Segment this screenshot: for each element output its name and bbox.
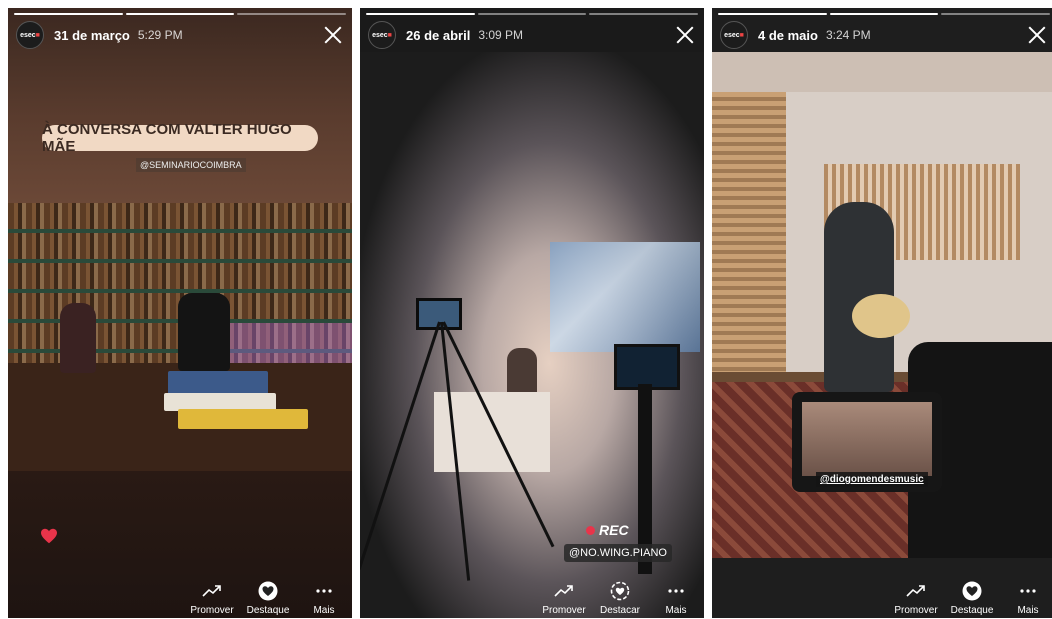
heart-icon[interactable]	[40, 528, 58, 544]
story-progress-bar	[366, 13, 699, 15]
story-photo	[360, 52, 704, 618]
story-date: 26 de abril	[406, 27, 471, 43]
avatar[interactable]: esec ■	[368, 21, 396, 49]
story-card-2[interactable]: esec ■ 26 de abril 3:09 PM REC @NO.WING.P…	[360, 8, 704, 618]
trending-up-icon	[554, 581, 574, 601]
avatar[interactable]: esec ■	[720, 21, 748, 49]
story-header: esec ■ 4 de maio 3:24 PM	[720, 21, 1048, 49]
promote-button[interactable]: Promover	[184, 581, 240, 616]
avatar[interactable]: esec ■	[16, 21, 44, 49]
more-dots-icon	[1018, 581, 1038, 601]
story-actions: Promover Destaque Mais	[712, 576, 1052, 618]
more-dots-icon	[666, 581, 686, 601]
close-icon[interactable]	[322, 24, 344, 46]
story-date: 31 de março	[54, 27, 130, 43]
story-title-sticker: À CONVERSA COM VALTER HUGO MÃE	[42, 121, 318, 155]
trending-up-icon	[906, 581, 926, 601]
story-header: esec ■ 26 de abril 3:09 PM	[368, 21, 696, 49]
promote-button[interactable]: Promover	[888, 581, 944, 616]
highlight-button[interactable]: Destaque	[944, 581, 1000, 616]
story-photo	[8, 203, 352, 471]
story-time: 3:24 PM	[825, 28, 871, 42]
story-time: 5:29 PM	[137, 28, 183, 42]
story-actions: Promover Destaque Mais	[8, 576, 352, 618]
story-date: 4 de maio	[758, 27, 818, 43]
more-button[interactable]: Mais	[1000, 581, 1052, 616]
story-header: esec ■ 31 de março 5:29 PM	[16, 21, 344, 49]
story-progress-bar	[14, 13, 347, 15]
more-dots-icon	[314, 581, 334, 601]
story-actions: Promover Destacar Mais	[360, 576, 704, 618]
rec-sticker: REC	[586, 522, 629, 538]
highlight-button[interactable]: Destacar	[592, 581, 648, 616]
story-card-3[interactable]: esec ■ 4 de maio 3:24 PM @diogomendesmusi…	[712, 8, 1052, 618]
mention-sticker[interactable]: @NO.WING.PIANO	[564, 544, 672, 562]
story-card-1[interactable]: esec ■ 31 de março 5:29 PM À CONVERSA COM…	[8, 8, 352, 618]
close-icon[interactable]	[674, 24, 696, 46]
more-button[interactable]: Mais	[648, 581, 704, 616]
mention-sticker[interactable]: @SEMINARIOCOIMBRA	[136, 158, 246, 172]
promote-button[interactable]: Promover	[536, 581, 592, 616]
highlight-heart-icon	[962, 581, 982, 601]
story-progress-bar	[718, 13, 1051, 15]
highlight-button[interactable]: Destaque	[240, 581, 296, 616]
rec-dot-icon	[586, 525, 595, 535]
highlight-heart-icon	[258, 581, 278, 601]
story-time: 3:09 PM	[478, 28, 524, 42]
trending-up-icon	[202, 581, 222, 601]
mention-sticker[interactable]: @diogomendesmusic	[816, 472, 928, 487]
highlight-add-icon	[610, 581, 630, 601]
close-icon[interactable]	[1026, 24, 1048, 46]
more-button[interactable]: Mais	[296, 581, 352, 616]
